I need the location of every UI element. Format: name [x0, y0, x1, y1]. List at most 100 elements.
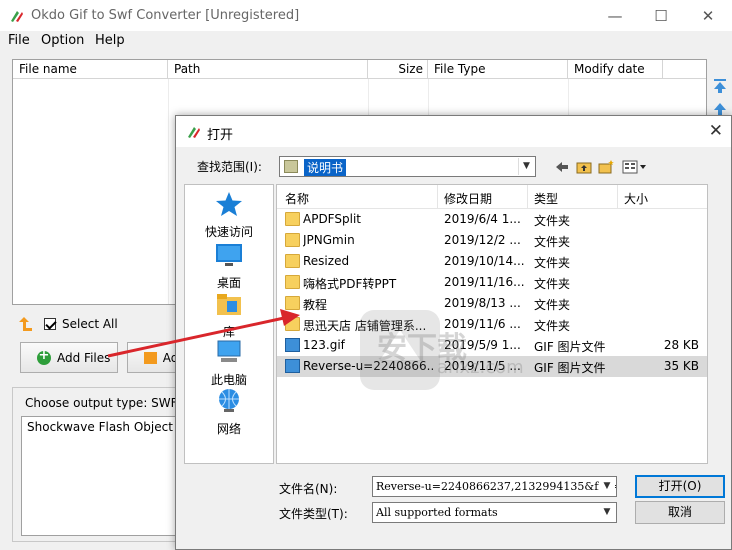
place-label: 桌面 [216, 276, 241, 290]
filename-label: 文件名(N): [279, 482, 338, 496]
window-title: Okdo Gif to Swf Converter [Unregistered] [31, 8, 300, 23]
file-row[interactable]: APDFSplit 2019/6/4 1... 文件夹 [277, 209, 707, 230]
column-path[interactable]: Path [168, 60, 368, 79]
sort-arrow-icon: ^ [355, 184, 363, 192]
dialog-file-list[interactable]: 名称 ^ 修改日期 类型 大小 APDFSplit 2019/6/4 1... 文件… [276, 184, 708, 464]
folder-icon [285, 296, 300, 310]
filename-field[interactable]: Reverse-u=2240866237,2132994135&fm=11 ▼ [372, 476, 617, 497]
place-label: 库 [222, 325, 235, 339]
column-modify-date[interactable]: Modify date [568, 60, 663, 79]
file-name: JPNGmin [303, 233, 355, 247]
file-size: 35 KB [663, 359, 699, 373]
up-folder-icon[interactable] [18, 316, 34, 332]
view-menu-icon[interactable] [621, 158, 649, 176]
file-type: 文件夹 [534, 298, 571, 312]
star-icon [216, 192, 242, 216]
menu-help[interactable]: Help [95, 33, 125, 48]
file-row[interactable]: JPNGmin 2019/12/2 ... 文件夹 [277, 230, 707, 251]
place-quick-access[interactable]: 快速访问 [185, 191, 273, 240]
file-type: 文件夹 [534, 256, 571, 270]
lookin-value: 说明书 [304, 159, 347, 176]
folder-icon [285, 212, 300, 226]
place-library[interactable]: 库 [185, 291, 273, 340]
file-type: 文件夹 [534, 235, 571, 249]
column-size[interactable]: Size [368, 60, 428, 79]
move-top-icon[interactable] [712, 78, 728, 94]
new-folder-icon[interactable] [597, 158, 615, 176]
file-date: 2019/10/14... [444, 254, 525, 268]
place-label: 快速访问 [204, 225, 253, 239]
folder-icon [285, 233, 300, 247]
file-name: 嗨格式PDF转PPT [303, 277, 397, 291]
up-folder-icon[interactable] [575, 158, 593, 176]
menu-file[interactable]: File [8, 33, 30, 48]
folder-icon [285, 317, 300, 331]
select-all-row: Select All [18, 314, 118, 334]
open-file-dialog: 打开 ✕ 查找范围(I): 说明书 ▼ 快速访问 桌面 库 此电脑 网络 名称 … [175, 115, 732, 550]
file-date: 2019/12/2 ... [444, 233, 521, 247]
open-button[interactable]: 打开(O) [635, 475, 725, 498]
maximize-button[interactable]: ☐ [638, 0, 684, 31]
column-size[interactable]: 大小 [624, 190, 648, 207]
file-type: GIF 图片文件 [534, 340, 606, 354]
close-button[interactable]: ✕ [685, 0, 731, 31]
dialog-title: 打开 [207, 128, 234, 143]
folder-icon [144, 351, 157, 364]
column-divider [527, 185, 528, 209]
filetype-select[interactable]: All supported formats ▼ [372, 502, 617, 523]
dialog-file-list-header: 名称 ^ 修改日期 类型 大小 [277, 185, 707, 209]
chevron-down-icon[interactable]: ▼ [518, 158, 534, 175]
file-date: 2019/11/16... [444, 275, 525, 289]
library-icon [217, 294, 241, 315]
lookin-label: 查找范围(I): [197, 160, 262, 174]
file-row[interactable]: 思迅天店 店铺管理系... 2019/11/6 ... 文件夹 [277, 314, 707, 335]
column-divider [168, 79, 169, 304]
menubar: File Option Help [0, 31, 732, 51]
column-divider [617, 185, 618, 209]
minimize-button[interactable]: — [592, 0, 638, 31]
back-icon[interactable] [553, 158, 571, 176]
column-file-type[interactable]: File Type [428, 60, 568, 79]
folder-icon [285, 254, 300, 268]
lookin-combo[interactable]: 说明书 ▼ [279, 156, 536, 177]
place-label: 网络 [216, 422, 241, 436]
column-divider [437, 185, 438, 209]
file-date: 2019/6/4 1... [444, 212, 521, 226]
column-type[interactable]: 类型 [534, 190, 558, 207]
file-name: Resized [303, 254, 350, 268]
dialog-titlebar: 打开 ✕ [176, 116, 731, 147]
file-date: 2019/8/13 ... [444, 296, 521, 310]
chevron-down-icon[interactable]: ▼ [599, 504, 615, 521]
file-row[interactable]: 教程 2019/8/13 ... 文件夹 [277, 293, 707, 314]
menu-option[interactable]: Option [41, 33, 84, 48]
file-row[interactable]: 123.gif 2019/5/9 1... GIF 图片文件 28 KB [277, 335, 707, 356]
add-files-button[interactable]: Add Files [20, 342, 118, 373]
dialog-close-icon[interactable]: ✕ [709, 121, 723, 141]
dialog-app-icon [188, 127, 200, 138]
column-file-name[interactable]: File name [13, 60, 168, 79]
output-type-list[interactable]: Shockwave Flash Object (*.swf) [21, 416, 196, 536]
watermark-url: anxz.com [437, 357, 524, 378]
output-type-group: Choose output type: SWF File Shockwave F… [12, 387, 201, 542]
add-files-label: Add Files [57, 350, 111, 365]
folder-icon [284, 160, 298, 173]
column-date[interactable]: 修改日期 [444, 190, 492, 207]
place-desktop[interactable]: 桌面 [185, 242, 273, 291]
main-titlebar: Okdo Gif to Swf Converter [Unregistered]… [0, 0, 732, 31]
chevron-down-icon[interactable]: ▼ [599, 478, 615, 495]
folder-icon [285, 275, 300, 289]
column-name[interactable]: 名称 [285, 190, 309, 207]
cancel-button[interactable]: 取消 [635, 501, 725, 524]
file-size: 28 KB [663, 338, 699, 352]
places-bar: 快速访问 桌面 库 此电脑 网络 [184, 184, 274, 464]
filetype-value: All supported formats [376, 506, 498, 519]
app-icon [11, 11, 23, 22]
output-type-item[interactable]: Shockwave Flash Object (*.swf) [27, 420, 195, 434]
select-all-checkbox[interactable] [44, 318, 56, 330]
file-name: 教程 [303, 298, 328, 312]
place-network[interactable]: 网络 [185, 388, 273, 437]
file-row[interactable]: 嗨格式PDF转PPT 2019/11/16... 文件夹 [277, 272, 707, 293]
filename-value: Reverse-u=2240866237,2132994135&fm=11 [376, 480, 617, 493]
file-row[interactable]: Resized 2019/10/14... 文件夹 [277, 251, 707, 272]
place-this-pc[interactable]: 此电脑 [185, 339, 273, 388]
